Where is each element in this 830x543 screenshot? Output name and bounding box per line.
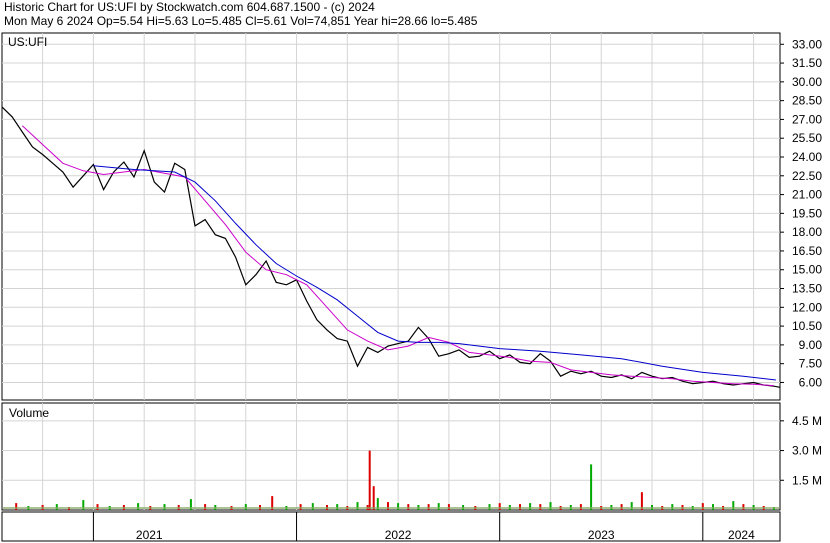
volume-y-tick-label: 4.5 M <box>792 414 822 428</box>
price-y-tick-label: 10.50 <box>792 319 822 333</box>
price-y-tick-label: 27.00 <box>792 112 822 126</box>
price-y-tick-label: 33.00 <box>792 37 822 51</box>
x-axis-year-label: 2024 <box>728 528 755 542</box>
volume-bar <box>590 464 593 510</box>
volume-bar <box>372 486 375 510</box>
price-y-tick-label: 19.50 <box>792 206 822 220</box>
price-y-tick-label: 13.50 <box>792 282 822 296</box>
price-y-tick-label: 30.00 <box>792 75 822 89</box>
price-y-tick-label: 7.50 <box>799 357 823 371</box>
price-y-tick-label: 6.00 <box>799 375 823 389</box>
stock-chart: 6.00 7.50 9.00 10.50 12.00 13.50 15.00 16.50 18.… <box>1 32 822 542</box>
x-axis-year-label: 2022 <box>385 528 412 542</box>
price-y-tick-label: 12.00 <box>792 300 822 314</box>
price-y-axis: 6.00 7.50 9.00 10.50 12.00 13.50 15.00 16.50 18.… <box>780 37 822 389</box>
volume-y-axis: 1.5 M 3.0 M 4.5 M <box>780 414 822 487</box>
price-panel-title: US:UFI <box>8 35 47 49</box>
price-y-tick-label: 31.50 <box>792 56 822 70</box>
price-y-tick-label: 16.50 <box>792 244 822 258</box>
price-y-tick-label: 24.00 <box>792 150 822 164</box>
price-y-tick-label: 18.00 <box>792 225 822 239</box>
price-y-tick-label: 25.50 <box>792 131 822 145</box>
volume-bar <box>368 450 371 510</box>
x-axis-year-label: 2021 <box>136 528 163 542</box>
volume-y-tick-label: 3.0 M <box>792 444 822 458</box>
volume-panel <box>1 402 781 511</box>
price-y-tick-label: 28.50 <box>792 94 822 108</box>
volume-panel-title: Volume <box>9 406 49 420</box>
x-axis-year-label: 2023 <box>588 528 615 542</box>
price-y-tick-label: 21.00 <box>792 188 822 202</box>
price-y-tick-label: 9.00 <box>799 338 823 352</box>
volume-y-tick-label: 1.5 M <box>792 473 822 487</box>
price-y-tick-label: 15.00 <box>792 263 822 277</box>
volume-baseline <box>3 507 779 509</box>
price-y-tick-label: 22.50 <box>792 169 822 183</box>
